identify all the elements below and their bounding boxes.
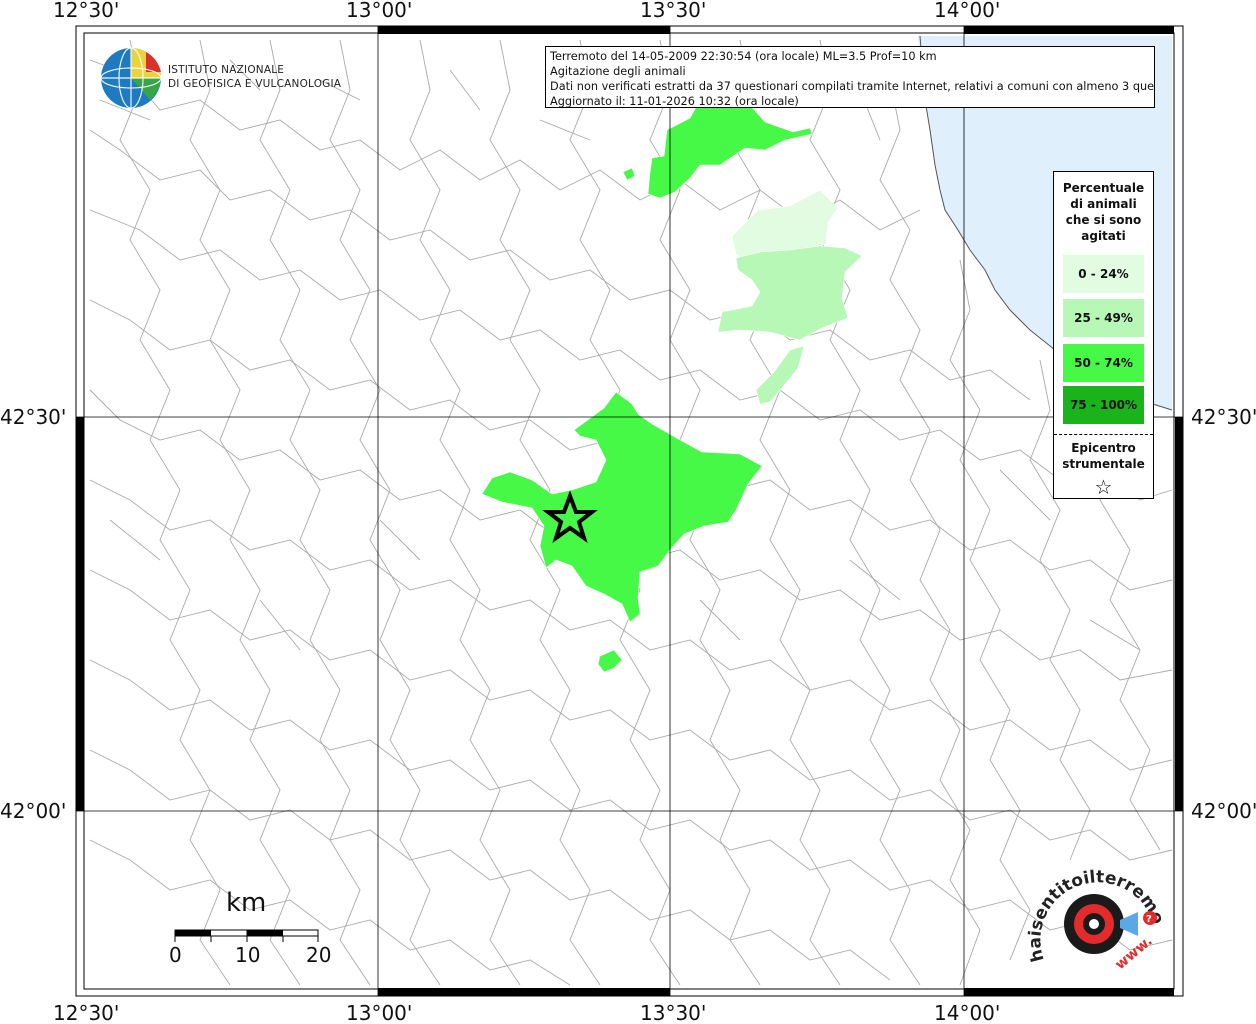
ingv-line-2: DI GEOFISICA E VULCANOLOGIA <box>168 78 342 90</box>
legend-title-line-2: di animali <box>1070 197 1137 211</box>
legend-item-75-100: 75 - 100% <box>1063 386 1144 424</box>
info-event-line: Terremoto del 14-05-2009 22:30:54 (ora l… <box>550 50 937 63</box>
legend: Percentuale di animali che si sono agita… <box>1053 171 1154 499</box>
region-25-49-south <box>755 345 805 405</box>
region-50-74-north <box>647 95 813 199</box>
legend-epicenter-title: Epicentro strumentale <box>1054 440 1153 472</box>
axis-bottom-label-1: 12°30' <box>53 1001 119 1024</box>
scale-unit-label: km <box>226 888 267 918</box>
municipality-fills <box>481 95 863 673</box>
haisentito-logo-icon: haisentitoilterremoto.it ? www. <box>1024 860 1168 973</box>
info-data-note: Dati non verificati estratti da 37 quest… <box>550 80 1155 93</box>
region-25-49-main <box>717 245 863 341</box>
axis-top-label-3: 13°30' <box>640 0 706 22</box>
ingv-line-1: ISTITUTO NAZIONALE <box>168 64 285 76</box>
info-updated-line: Aggiornato il: 11-01-2026 10:32 (ora loc… <box>550 95 799 108</box>
earthquake-info-box: Terremoto del 14-05-2009 22:30:54 (ora l… <box>545 46 1155 108</box>
axis-left-label-2: 42°00' <box>0 799 66 823</box>
legend-divider <box>1054 434 1153 435</box>
axis-left-label-1: 42°30' <box>0 405 66 429</box>
legend-epicenter-line-2: strumentale <box>1062 457 1145 471</box>
axis-top-label-2: 13°00' <box>346 0 412 22</box>
legend-star-icon: ☆ <box>1094 475 1113 499</box>
axis-right-label-2: 42°00' <box>1191 799 1256 823</box>
axis-bottom-label-3: 13°30' <box>640 1001 706 1024</box>
axis-bottom-label-2: 13°00' <box>346 1001 412 1024</box>
info-topic-line: Agitazione degli animali <box>550 65 686 78</box>
scale-tick-20: 20 <box>306 943 332 967</box>
axis-bottom-label-4: 14°00' <box>934 1001 1000 1024</box>
region-50-74-southern <box>597 649 623 673</box>
legend-item-50-74: 50 - 74% <box>1063 344 1144 382</box>
ingv-logo-icon <box>100 47 162 109</box>
legend-item-25-49: 25 - 49% <box>1063 299 1144 337</box>
ingv-logo-text: ISTITUTO NAZIONALE DI GEOFISICA E VULCAN… <box>168 63 341 91</box>
scale-tick-0: 0 <box>169 943 182 967</box>
legend-epicenter-line-1: Epicentro <box>1071 441 1136 455</box>
axis-top-label-4: 14°00' <box>934 0 1000 22</box>
legend-title-line-1: Percentuale <box>1062 181 1145 195</box>
axis-top-label-1: 12°30' <box>53 0 119 22</box>
legend-title-line-3: che si sono <box>1065 213 1142 227</box>
legend-title-line-4: agitati <box>1081 229 1126 243</box>
legend-item-0-24: 0 - 24% <box>1063 255 1144 293</box>
legend-title: Percentuale di animali che si sono agita… <box>1054 180 1153 244</box>
axis-right-label-1: 42°30' <box>1191 405 1256 429</box>
region-50-74-epicentral <box>481 391 763 623</box>
scale-bar <box>174 929 319 942</box>
svg-text:?: ? <box>1146 914 1152 925</box>
region-50-74-small <box>622 167 636 181</box>
scale-tick-10: 10 <box>235 943 261 967</box>
